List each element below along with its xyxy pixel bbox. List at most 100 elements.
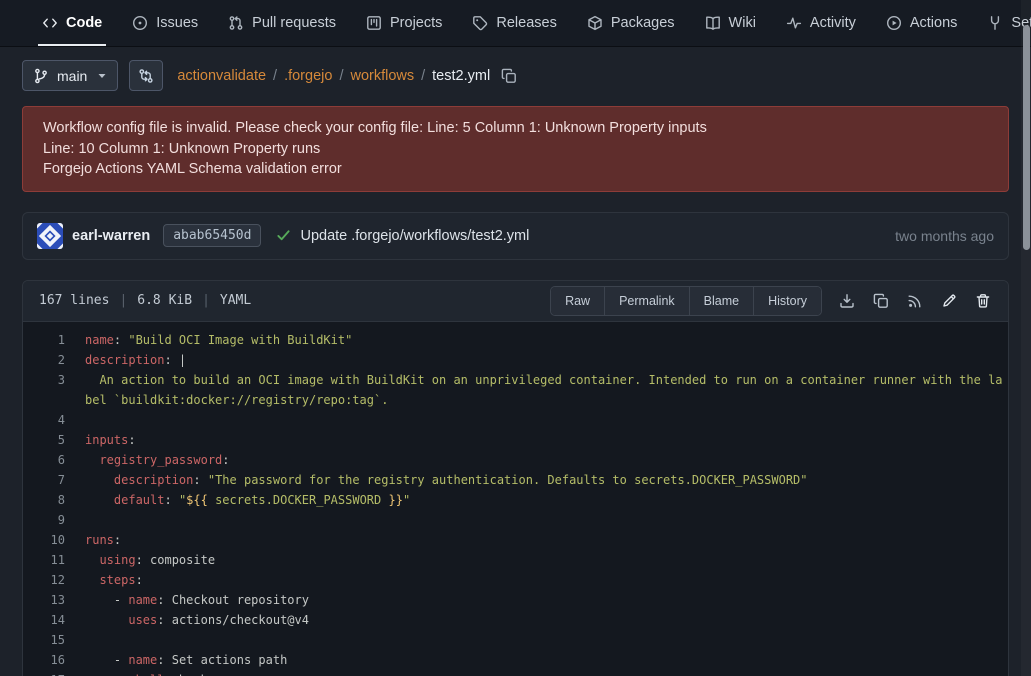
code-token: description	[114, 473, 193, 487]
file-action-icons	[832, 286, 998, 316]
tab-label: Code	[66, 15, 102, 31]
line-content: uses: actions/checkout@v4	[79, 610, 1008, 630]
code-token: secrets.DOCKER_PASSWORD	[208, 493, 389, 507]
tools-icon	[987, 15, 1003, 31]
line-number[interactable]: 4	[23, 410, 79, 430]
line-content: shell: bash	[79, 670, 1008, 676]
line-number[interactable]: 8	[23, 490, 79, 510]
code-token	[85, 473, 114, 487]
line-number[interactable]: 5	[23, 430, 79, 450]
commit-author[interactable]: earl-warren	[72, 228, 150, 244]
latest-commit-card: earl-warren abab65450d Update .forgejo/w…	[22, 212, 1009, 260]
download-button[interactable]	[832, 286, 862, 316]
line-number[interactable]: 9	[23, 510, 79, 530]
rss-button[interactable]	[900, 286, 930, 316]
tab-code[interactable]: Code	[30, 0, 114, 46]
file-view-button-group: RawPermalinkBlameHistory	[550, 286, 822, 316]
code-token: using	[99, 553, 135, 567]
pull-request-icon	[228, 15, 244, 31]
breadcrumb-link[interactable]: .forgejo	[284, 68, 332, 84]
code-token: name	[85, 333, 114, 347]
line-number[interactable]: 14	[23, 610, 79, 630]
error-banner-line: Forgejo Actions YAML Schema validation e…	[43, 159, 988, 180]
line-content: name: "Build OCI Image with BuildKit"	[79, 330, 1008, 350]
tab-releases[interactable]: Releases	[460, 0, 568, 46]
commit-status-check-icon[interactable]	[276, 228, 291, 243]
permalink-button[interactable]: Permalink	[605, 287, 690, 315]
line-number[interactable]: 10	[23, 530, 79, 550]
code-line: 2 description: |	[23, 350, 1008, 370]
history-button[interactable]: History	[754, 287, 821, 315]
code-line: 12 steps:	[23, 570, 1008, 590]
edit-icon	[941, 293, 957, 309]
tab-packages[interactable]: Packages	[575, 0, 687, 46]
line-number[interactable]: 17	[23, 670, 79, 676]
breadcrumb-link[interactable]: workflows	[350, 68, 414, 84]
code-token	[85, 573, 99, 587]
tab-activity[interactable]: Activity	[774, 0, 868, 46]
file-stats: 167 lines | 6.8 KiB | YAML	[39, 293, 251, 308]
code-token: uses	[128, 613, 157, 627]
code-token: An action to build an OCI image with Bui…	[85, 373, 1003, 407]
branch-breadcrumb-row: main actionvalidate/.forgejo/workflows/t…	[22, 60, 1009, 91]
code-token: : composite	[136, 553, 215, 567]
blame-button[interactable]: Blame	[690, 287, 754, 315]
compare-button[interactable]	[129, 60, 163, 91]
line-number[interactable]: 7	[23, 470, 79, 490]
line-number[interactable]: 6	[23, 450, 79, 470]
code-token: :	[136, 573, 143, 587]
branch-selector-label: main	[57, 68, 87, 84]
line-number[interactable]: 11	[23, 550, 79, 570]
code-line: 5inputs:	[23, 430, 1008, 450]
tag-icon	[472, 15, 488, 31]
line-number[interactable]: 13	[23, 590, 79, 610]
line-content: - name: Checkout repository	[79, 590, 1008, 610]
tab-label: Issues	[156, 15, 198, 31]
avatar[interactable]	[37, 223, 63, 249]
scrollbar-thumb[interactable]	[1023, 25, 1030, 250]
commit-message[interactable]: Update .forgejo/workflows/test2.yml	[300, 228, 529, 244]
edit-button[interactable]	[934, 286, 964, 316]
tab-projects[interactable]: Projects	[354, 0, 454, 46]
copy-icon	[873, 293, 889, 309]
line-content: - name: Set actions path	[79, 650, 1008, 670]
line-number[interactable]: 3	[23, 370, 79, 410]
file-view-card: 167 lines | 6.8 KiB | YAML RawPermalinkB…	[22, 280, 1009, 676]
code-token: :	[114, 333, 128, 347]
line-number[interactable]: 16	[23, 650, 79, 670]
git-branch-icon	[33, 68, 49, 84]
tab-label: Projects	[390, 15, 442, 31]
code-line: 8 default: "${{ secrets.DOCKER_PASSWORD …	[23, 490, 1008, 510]
code-icon	[42, 15, 58, 31]
delete-button[interactable]	[968, 286, 998, 316]
file-line-count: 167 lines	[39, 293, 109, 308]
issue-icon	[132, 15, 148, 31]
code-token: description	[85, 353, 164, 367]
breadcrumb-current-file: test2.yml	[432, 68, 490, 84]
copy-path-icon[interactable]	[501, 68, 517, 84]
line-content: inputs:	[79, 430, 1008, 450]
code-line: 16 - name: Set actions path	[23, 650, 1008, 670]
code-token: name	[128, 593, 157, 607]
tab-issues[interactable]: Issues	[120, 0, 210, 46]
line-number[interactable]: 1	[23, 330, 79, 350]
tab-pull-requests[interactable]: Pull requests	[216, 0, 348, 46]
code-token: : |	[164, 353, 186, 367]
branch-selector-button[interactable]: main	[22, 60, 118, 91]
raw-button[interactable]: Raw	[551, 287, 605, 315]
breadcrumb-separator: /	[421, 68, 425, 84]
code-token	[85, 613, 128, 627]
copy-button[interactable]	[866, 286, 896, 316]
tab-wiki[interactable]: Wiki	[693, 0, 768, 46]
line-number[interactable]: 15	[23, 630, 79, 650]
line-number[interactable]: 12	[23, 570, 79, 590]
tab-actions[interactable]: Actions	[874, 0, 970, 46]
code-token: }}	[388, 493, 402, 507]
commit-hash[interactable]: abab65450d	[163, 224, 261, 247]
code-token: :	[128, 433, 135, 447]
line-content: steps:	[79, 570, 1008, 590]
breadcrumb-link[interactable]: actionvalidate	[177, 68, 266, 84]
line-number[interactable]: 2	[23, 350, 79, 370]
code-token	[85, 493, 114, 507]
code-token: : bash	[164, 673, 207, 676]
